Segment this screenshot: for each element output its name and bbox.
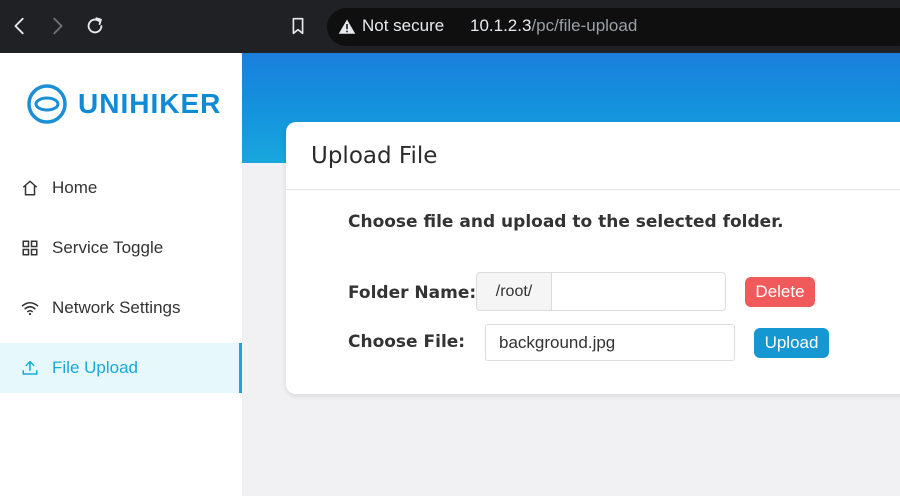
choose-file-label: Choose File: bbox=[348, 332, 466, 352]
bookmark-button[interactable] bbox=[285, 13, 311, 39]
folder-prefix: /root/ bbox=[476, 272, 552, 311]
warning-icon bbox=[338, 19, 356, 34]
wifi-icon bbox=[21, 299, 39, 317]
bookmark-icon bbox=[292, 17, 304, 35]
security-status[interactable]: Not secure bbox=[362, 16, 444, 36]
sidebar-item-label: Service Toggle bbox=[52, 238, 164, 257]
back-icon bbox=[14, 17, 24, 35]
sidebar-item-label: Home bbox=[52, 178, 98, 197]
grid-icon bbox=[21, 239, 39, 257]
sidebar-item-home[interactable]: Home bbox=[0, 163, 242, 213]
address-bar[interactable]: Not secure 10.1.2.3/pc/file-upload bbox=[327, 8, 900, 46]
folder-name-input[interactable] bbox=[551, 272, 726, 311]
upload-card: Upload File Choose file and upload to th… bbox=[286, 122, 900, 394]
url-host: 10.1.2.3 bbox=[470, 16, 532, 35]
back-button[interactable] bbox=[7, 13, 33, 39]
upload-description: Choose file and upload to the selected f… bbox=[348, 212, 784, 232]
upload-button[interactable]: Upload bbox=[754, 328, 829, 358]
sidebar-item-network-settings[interactable]: Network Settings bbox=[0, 283, 242, 333]
logo-text: UNIHIKER bbox=[78, 88, 222, 119]
forward-icon bbox=[53, 17, 63, 35]
forward-button[interactable] bbox=[44, 13, 70, 39]
sidebar: UNIHIKER Home Service Toggle Network Set… bbox=[0, 53, 242, 496]
browser-toolbar: Not secure 10.1.2.3/pc/file-upload bbox=[0, 0, 900, 53]
unihiker-logo-icon bbox=[27, 84, 67, 124]
sidebar-item-file-upload[interactable]: File Upload bbox=[0, 343, 242, 393]
url-path: /pc/file-upload bbox=[531, 16, 638, 35]
page-title: Upload File bbox=[311, 143, 438, 169]
reload-icon bbox=[87, 17, 103, 34]
logo[interactable]: UNIHIKER bbox=[26, 83, 221, 125]
url-text[interactable]: 10.1.2.3/pc/file-upload bbox=[470, 16, 637, 36]
home-icon bbox=[21, 179, 39, 197]
delete-button[interactable]: Delete bbox=[745, 277, 815, 307]
sidebar-item-label: Network Settings bbox=[52, 298, 181, 317]
sidebar-item-label: File Upload bbox=[52, 358, 138, 377]
file-chooser-input[interactable]: background.jpg bbox=[485, 324, 735, 361]
upload-icon bbox=[21, 359, 39, 377]
folder-name-label: Folder Name: bbox=[348, 283, 477, 303]
sidebar-item-service-toggle[interactable]: Service Toggle bbox=[0, 223, 242, 273]
divider bbox=[286, 189, 900, 190]
reload-button[interactable] bbox=[82, 13, 108, 39]
